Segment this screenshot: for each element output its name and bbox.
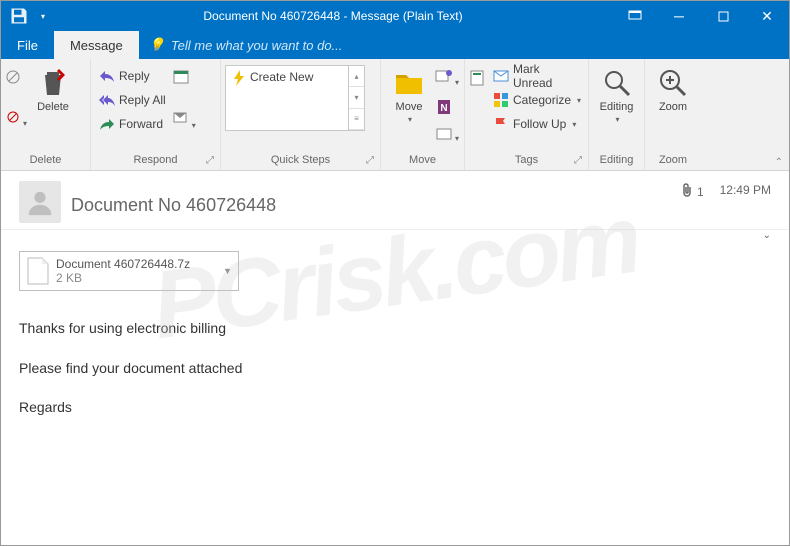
group-label-delete: Delete (5, 154, 86, 170)
lightning-icon (232, 70, 246, 89)
body-line: Regards (19, 398, 771, 418)
editing-button[interactable]: Editing▾ (593, 65, 640, 126)
attachment-indicator: 1 (681, 183, 704, 200)
ribbon-display-icon[interactable] (613, 1, 657, 31)
delete-button[interactable]: Delete (29, 65, 77, 115)
tell-me-label: Tell me what you want to do... (171, 38, 343, 53)
ribbon-tabs: File Message 💡 Tell me what you want to … (1, 31, 789, 59)
svg-text:N: N (440, 103, 447, 114)
mark-unread-button[interactable]: Mark Unread (489, 65, 585, 87)
minimize-button[interactable]: ─ (657, 1, 701, 31)
reply-button[interactable]: Reply (95, 65, 170, 87)
junk-dropdown-icon[interactable]: ▾ (5, 110, 27, 131)
group-move: Move▾ ▾ N ▾ Move (381, 59, 465, 170)
tell-me-search[interactable]: 💡 Tell me what you want to do... (139, 31, 343, 59)
maximize-button[interactable] (701, 1, 745, 31)
message-subject: Document No 460726448 (71, 181, 671, 216)
dialog-launcher-icon[interactable]: ⤢ (574, 155, 582, 166)
gallery-expand-icon[interactable]: ≡ (349, 109, 364, 130)
quick-steps-gallery[interactable]: Create New ▴ ▾ ≡ (225, 65, 365, 131)
lightbulb-icon: 💡 (149, 37, 165, 53)
paperclip-icon (681, 183, 693, 200)
qat-dropdown-icon[interactable]: ▾ (33, 6, 53, 26)
rules-icon[interactable]: ▾ (435, 69, 459, 90)
group-delete: ▾ Delete Delete (1, 59, 91, 170)
actions-icon[interactable]: ▾ (435, 127, 459, 146)
group-tags: Mark Unread Categorize▾ Follow Up▾ Tags⤢ (465, 59, 589, 170)
group-label-move: Move (385, 154, 460, 170)
zoom-button[interactable]: Zoom (649, 65, 697, 115)
onenote-icon[interactable]: N (435, 98, 459, 121)
gallery-scroll: ▴ ▾ ≡ (348, 66, 364, 130)
editing-icon (601, 67, 633, 99)
ribbon: ▾ Delete Delete Reply Reply All Forward … (1, 59, 789, 171)
title-bar: ▾ Document No 460726448 - Message (Plain… (1, 1, 789, 31)
categorize-button[interactable]: Categorize▾ (489, 89, 585, 111)
flag-icon (493, 116, 509, 132)
scroll-down-icon[interactable]: ▾ (349, 87, 364, 108)
envelope-icon (493, 68, 509, 84)
assign-policy-icon[interactable] (469, 69, 487, 92)
group-label-zoom: Zoom (649, 154, 697, 170)
group-label-quick-steps: Quick Steps⤢ (225, 154, 376, 170)
group-label-editing: Editing (593, 154, 640, 170)
message-header: Document No 460726448 1 12:49 PM (1, 171, 789, 230)
ignore-icon[interactable] (5, 69, 27, 90)
tab-message[interactable]: Message (54, 31, 139, 59)
window-title: Document No 460726448 - Message (Plain T… (53, 9, 613, 23)
forward-button[interactable]: Forward (95, 113, 170, 135)
reply-icon (99, 68, 115, 84)
group-label-tags: Tags⤢ (469, 154, 584, 170)
reply-all-icon (99, 92, 115, 108)
message-body: Thanks for using electronic billing Plea… (1, 301, 789, 456)
move-folder-icon (393, 67, 425, 99)
attachment-count: 1 (697, 185, 704, 199)
zoom-icon (657, 67, 689, 99)
attachment-name: Document 460726448.7z (56, 257, 217, 271)
delete-label: Delete (37, 101, 69, 113)
file-icon (26, 257, 50, 285)
group-quick-steps: Create New ▴ ▾ ≡ Quick Steps⤢ (221, 59, 381, 170)
message-time: 12:49 PM (720, 183, 771, 197)
group-zoom: Zoom Zoom (645, 59, 701, 170)
attachment-area: Document 460726448.7z 2 KB ▼ (1, 245, 789, 301)
dialog-launcher-icon[interactable]: ⤢ (206, 155, 214, 166)
attachment-size: 2 KB (56, 271, 217, 285)
window-controls: ─ ✕ (613, 1, 789, 31)
dialog-launcher-icon[interactable]: ⤢ (366, 155, 374, 166)
expand-header-icon[interactable]: ⌄ (1, 230, 789, 245)
scroll-up-icon[interactable]: ▴ (349, 66, 364, 87)
close-button[interactable]: ✕ (745, 1, 789, 31)
body-line: Please find your document attached (19, 359, 771, 379)
forward-icon (99, 116, 115, 132)
group-respond: Reply Reply All Forward ▾ Respond⤢ (91, 59, 221, 170)
attachment-dropdown-icon[interactable]: ▼ (223, 266, 232, 276)
group-editing: Editing▾ Editing (589, 59, 645, 170)
group-label-respond: Respond⤢ (95, 154, 216, 170)
save-icon[interactable] (9, 6, 29, 26)
more-respond-icon[interactable]: ▾ (172, 110, 196, 133)
collapse-ribbon-icon[interactable]: ⌃ (775, 157, 783, 168)
sender-avatar (19, 181, 61, 223)
tab-file[interactable]: File (1, 31, 54, 59)
quick-access-toolbar: ▾ (1, 6, 53, 26)
reply-all-button[interactable]: Reply All (95, 89, 170, 111)
delete-icon (37, 67, 69, 99)
attachment-item[interactable]: Document 460726448.7z 2 KB ▼ (19, 251, 239, 291)
categorize-icon (493, 92, 509, 108)
meeting-icon[interactable] (172, 67, 196, 90)
follow-up-button[interactable]: Follow Up▾ (489, 113, 585, 135)
quick-step-create-new[interactable]: Create New (226, 66, 348, 130)
body-line: Thanks for using electronic billing (19, 319, 771, 339)
move-button[interactable]: Move▾ (385, 65, 433, 126)
